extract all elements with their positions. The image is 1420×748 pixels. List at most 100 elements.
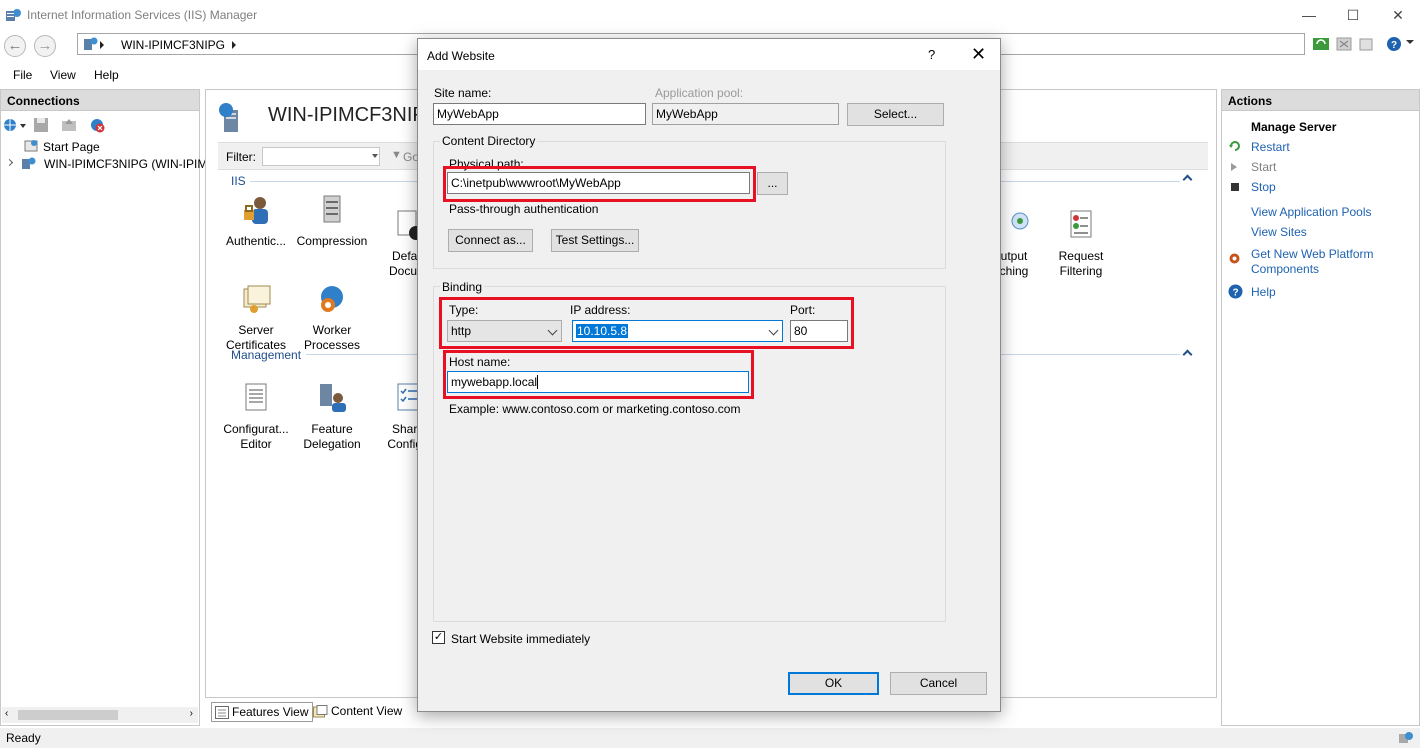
connections-hscrollbar[interactable]: ‹ › [2,707,198,723]
scroll-thumb[interactable] [18,710,118,720]
tree-item-server[interactable]: WIN-IPIMCF3NIPG (WIN-IPIM [5,157,207,171]
action-stop[interactable]: Stop [1251,180,1276,194]
server-icon [84,37,98,50]
up-level-icon[interactable] [61,117,77,133]
group-iis[interactable]: IIS [231,174,246,188]
action-get-web-platform[interactable]: Get New Web Platform Components [1251,247,1373,277]
feature-configuration-editor[interactable]: Configurat... Editor [218,367,294,452]
status-network-icon [1399,732,1413,743]
application-pool-field: MyWebApp [652,103,839,125]
menu-help[interactable]: Help [94,68,119,82]
tab-features-view[interactable]: Features View [211,702,314,722]
server-certificates-icon [243,285,271,313]
connections-panel: Connections Start Page WIN-IPIMCF3NIPG (… [0,89,207,726]
actions-panel: Actions Manage Server Restart Start Stop… [1221,89,1420,726]
test-settings-button[interactable]: Test Settings... [551,229,639,252]
start-icon [1231,163,1237,171]
feature-worker-processes[interactable]: Worker Processes [294,268,370,353]
connections-toolbar [1,112,199,138]
pass-through-label: Pass-through authentication [449,202,599,216]
action-view-sites[interactable]: View Sites [1251,225,1307,239]
status-bar: Ready [0,728,1420,748]
feature-authentication[interactable]: Authentic... [218,194,294,249]
server-header-icon [219,103,238,132]
restart-icon [1229,141,1240,151]
window-title: Internet Information Services (IIS) Mana… [27,8,258,22]
connect-dropdown-icon[interactable] [20,124,26,128]
dialog-close-button[interactable]: ✕ [971,44,986,65]
features-view-icon [215,706,229,719]
binding-title: Binding [440,280,485,294]
save-icon[interactable] [33,117,49,133]
connect-as-button[interactable]: Connect as... [448,229,533,252]
ok-button[interactable]: OK [788,672,879,695]
svg-text:?: ? [1391,40,1397,51]
menu-view[interactable]: View [50,68,76,82]
iis-app-icon [6,9,21,21]
help-dropdown-icon[interactable]: ? [1387,36,1403,52]
site-name-input[interactable]: MyWebApp [433,103,646,125]
window-close-button[interactable]: ✕ [1388,6,1408,24]
window-titlebar: Internet Information Services (IIS) Mana… [0,0,1420,30]
feature-request-filtering[interactable]: Request Filtering [1043,194,1119,279]
tree-expand-chevron-icon[interactable] [5,158,14,167]
connections-header: Connections [0,89,200,111]
browse-path-button[interactable]: ... [757,172,788,195]
group-management-collapse-icon[interactable] [1182,349,1193,360]
filter-funnel-icon: ▼ [391,149,402,161]
refresh-icon[interactable] [1313,36,1329,52]
web-platform-icon [1229,253,1240,264]
dialog-help-button[interactable]: ? [928,47,935,62]
configuration-editor-icon [245,383,267,411]
action-start[interactable]: Start [1251,160,1276,174]
dialog-titlebar: Add Website ? ✕ [418,39,1000,70]
feature-server-certificates[interactable]: Server Certificates [218,268,294,353]
home-icon[interactable] [1358,36,1374,52]
highlight-binding-row [439,297,854,349]
compression-icon [323,195,341,223]
feature-compression[interactable]: Compression [294,194,370,249]
cancel-button[interactable]: Cancel [890,672,987,695]
start-immediately-label: Start Website immediately [451,632,591,646]
svg-text:?: ? [1232,288,1238,299]
tree-item-start-page[interactable]: Start Page [23,140,100,154]
forward-button[interactable]: → [34,35,56,57]
select-pool-button[interactable]: Select... [847,103,944,126]
breadcrumb-chevron-icon[interactable] [232,41,236,49]
group-management[interactable]: Management [231,348,301,362]
maximize-button[interactable]: ☐ [1343,6,1363,24]
group-iis-collapse-icon[interactable] [1182,174,1193,185]
highlight-host-name [443,350,754,399]
breadcrumb-server[interactable]: WIN-IPIMCF3NIPG [121,38,225,52]
scroll-right-icon[interactable]: › [190,708,193,719]
output-caching-icon [1011,212,1029,230]
filter-input[interactable] [262,147,380,166]
feature-delegation-icon [320,384,346,412]
request-filtering-icon [1070,210,1092,238]
content-directory-title: Content Directory [440,134,538,148]
help-dropdown-chevron-icon[interactable] [1406,40,1414,44]
scroll-left-icon[interactable]: ‹ [5,708,8,719]
stop-square-icon [1231,183,1239,191]
action-help[interactable]: Help [1251,285,1276,299]
feature-feature-delegation[interactable]: Feature Delegation [294,367,370,452]
add-website-dialog: Add Website ? ✕ Site name: MyWebApp Appl… [417,38,1001,712]
back-button[interactable]: ← [4,35,26,57]
dialog-title: Add Website [427,49,495,63]
start-immediately-checkbox[interactable]: ✓ [432,631,445,644]
authentication-icon [244,197,268,224]
connect-globe-icon[interactable] [3,117,19,133]
breadcrumb-separator-icon [100,41,104,49]
manage-server-heading: Manage Server [1251,120,1337,134]
filter-dropdown-icon[interactable] [372,154,378,158]
page-title: WIN-IPIMCF3NIPG [268,104,442,126]
action-view-application-pools[interactable]: View Application Pools [1251,205,1372,219]
menu-file[interactable]: File [13,68,32,82]
tab-content-view[interactable]: Content View [311,702,406,722]
minimize-button[interactable]: — [1299,6,1319,24]
stop-icon[interactable] [1336,36,1352,52]
server-node-icon [22,157,36,169]
action-restart[interactable]: Restart [1251,140,1290,154]
delete-connection-icon[interactable] [89,117,105,133]
worker-processes-icon [321,286,343,312]
